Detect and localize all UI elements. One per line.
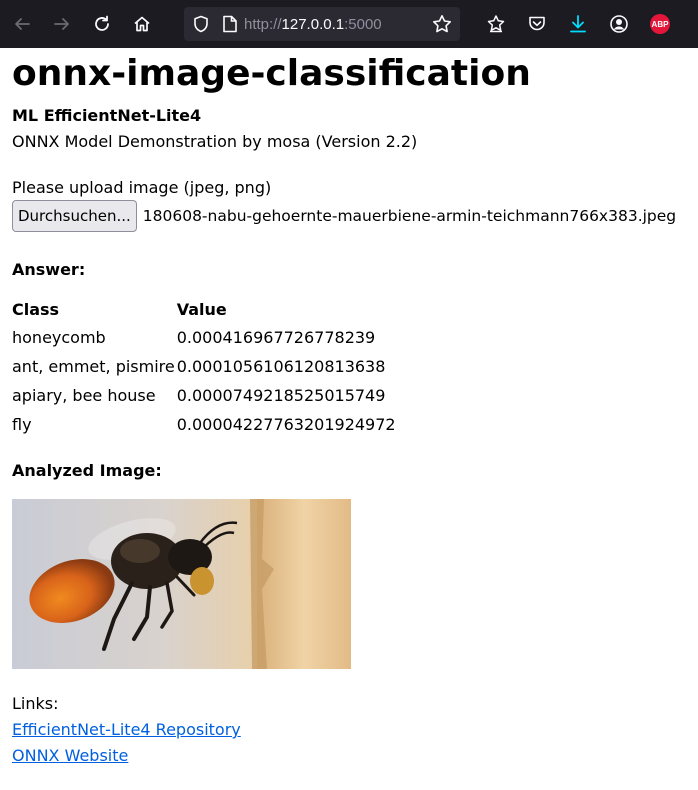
browser-toolbar: http://127.0.0.1:5000 ABP (0, 0, 698, 48)
forward-arrow-icon (54, 18, 69, 30)
upload-label: Please upload image (jpeg, png) (12, 178, 272, 197)
class-cell: apiary, bee house (12, 386, 156, 405)
pocket-icon (529, 16, 545, 31)
class-cell: honeycomb (12, 328, 106, 347)
table-row: fly 0.00004227763201924972 (12, 410, 398, 439)
url-scheme: http:// (244, 15, 282, 33)
table-row: ant, emmet, pismire 0.000105610612081363… (12, 352, 398, 381)
forward-button[interactable] (46, 8, 78, 40)
url-host: 127.0.0.1 (281, 15, 345, 33)
file-input[interactable]: Durchsuchen... 180608-nabu-gehoernte-mau… (12, 200, 686, 232)
table-header-row: Class Value (12, 298, 398, 323)
url-bar[interactable]: http://127.0.0.1:5000 (184, 7, 460, 41)
pocket-button[interactable] (521, 8, 553, 40)
class-cell: fly (12, 415, 32, 434)
links-label: Links: (12, 694, 59, 713)
extensions-icon (487, 15, 505, 33)
table-row: apiary, bee house 0.0000749218525015749 (12, 381, 398, 410)
extensions-button[interactable] (480, 8, 512, 40)
home-icon (134, 16, 150, 32)
results-table: Class Value honeycomb 0.0004169677267782… (12, 298, 398, 439)
back-button[interactable] (6, 8, 38, 40)
browse-button[interactable]: Durchsuchen... (12, 200, 137, 232)
page-title: onnx-image-classification (12, 53, 531, 94)
links-section: Links: EfficientNet-Lite4 Repository ONN… (12, 691, 686, 769)
downloads-button[interactable] (562, 8, 594, 40)
account-icon (610, 15, 628, 33)
url-text[interactable]: http://127.0.0.1:5000 (244, 16, 382, 33)
url-port: :5000 (344, 15, 382, 33)
home-button[interactable] (126, 8, 158, 40)
column-header-value: Value (176, 300, 227, 319)
onnx-website-link[interactable]: ONNX Website (12, 743, 686, 769)
adblock-button[interactable]: ABP (644, 8, 676, 40)
class-cell: ant, emmet, pismire (12, 357, 175, 376)
page-content: onnx-image-classification ML EfficientNe… (0, 52, 698, 769)
page-icon[interactable] (222, 15, 238, 33)
account-button[interactable] (603, 8, 635, 40)
model-subtitle: ML EfficientNet-Lite4 (12, 106, 202, 125)
star-icon[interactable] (432, 14, 452, 34)
efficientnet-repository-link[interactable]: EfficientNet-Lite4 Repository (12, 717, 686, 743)
table-row: honeycomb 0.000416967726778239 (12, 323, 398, 352)
selected-file-name: 180608-nabu-gehoernte-mauerbiene-armin-t… (142, 207, 677, 225)
value-cell: 0.0001056106120813638 (176, 357, 386, 376)
value-cell: 0.00004227763201924972 (176, 415, 396, 434)
analyzed-image-heading: Analyzed Image: (12, 461, 162, 480)
download-icon (570, 15, 586, 33)
analyzed-bee-image (12, 499, 351, 669)
back-arrow-icon (15, 18, 30, 30)
answer-heading: Answer: (12, 260, 86, 279)
value-cell: 0.0000749218525015749 (176, 386, 386, 405)
value-cell: 0.000416967726778239 (176, 328, 376, 347)
model-description: ONNX Model Demonstration by mosa (Versio… (12, 132, 418, 151)
reload-icon (95, 15, 109, 31)
reload-button[interactable] (86, 8, 118, 40)
shield-icon[interactable] (192, 15, 210, 33)
column-header-class: Class (12, 300, 60, 319)
adblock-icon: ABP (650, 14, 670, 34)
